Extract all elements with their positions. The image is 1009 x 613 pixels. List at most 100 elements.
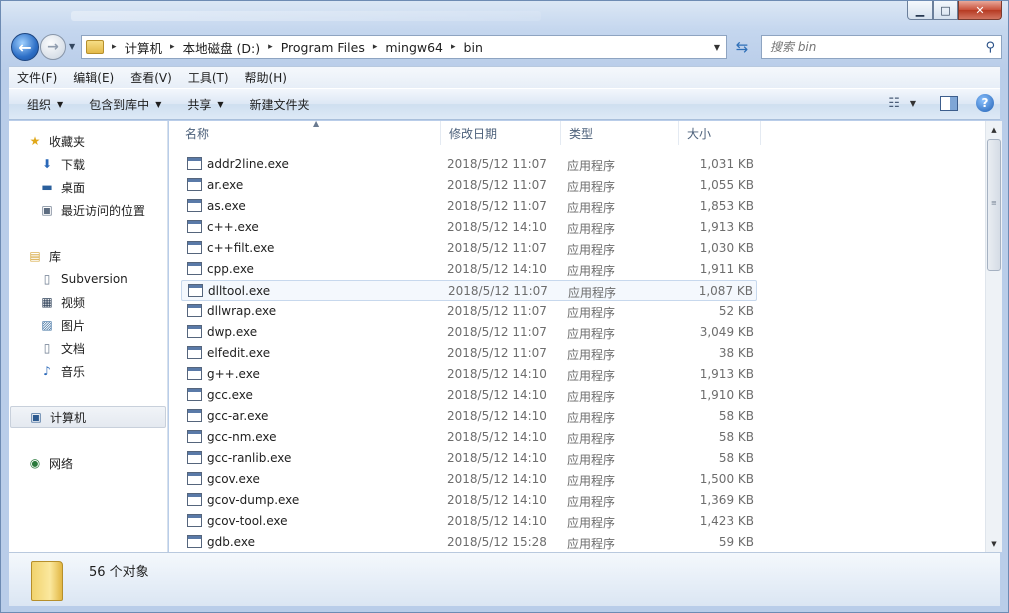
file-type: 应用程序: [567, 243, 616, 257]
back-button[interactable]: ←: [11, 33, 39, 61]
file-size: 52 KB: [718, 304, 754, 318]
breadcrumb: ▸ 计算机 ▸ 本地磁盘 (D:) ▸ Program Files ▸ mingw64 ▸ bin: [104, 38, 483, 57]
file-row[interactable]: cpp.exe 2018/5/12 14:10 应用程序 1,911 KB: [181, 259, 757, 280]
file-name: elfedit.exe: [207, 346, 271, 360]
column-header-date[interactable]: 修改日期: [441, 121, 561, 145]
picture-icon: ▨: [41, 318, 53, 332]
tree-item-favorites[interactable]: ★ 收藏夹: [27, 130, 184, 152]
breadcrumb-separator-icon[interactable]: ▸: [112, 42, 117, 52]
document-icon: ▯: [43, 341, 51, 355]
file-row[interactable]: gcov-dump.exe 2018/5/12 14:10 应用程序 1,369 KB: [181, 490, 757, 511]
file-row[interactable]: gdb.exe 2018/5/12 15:28 应用程序 59 KB: [181, 532, 757, 553]
refresh-button[interactable]: ⇆: [731, 36, 753, 58]
object-count: 56 个对象: [89, 565, 149, 580]
file-row[interactable]: c++.exe 2018/5/12 14:10 应用程序 1,913 KB: [181, 217, 757, 238]
tree-item-computer[interactable]: ▣ 计算机: [10, 406, 166, 428]
file-size: 1,853 KB: [699, 199, 754, 213]
tree-item-label: 视频: [61, 295, 86, 310]
file-row[interactable]: g++.exe 2018/5/12 14:10 应用程序 1,913 KB: [181, 364, 757, 385]
file-row[interactable]: ar.exe 2018/5/12 11:07 应用程序 1,055 KB: [181, 175, 757, 196]
vertical-scrollbar[interactable]: ▲ ≡ ▼: [985, 121, 1002, 552]
file-row[interactable]: gcov-tool.exe 2018/5/12 14:10 应用程序 1,423 KB: [181, 511, 757, 532]
breadcrumb-item[interactable]: 计算机: [125, 38, 163, 57]
scroll-up-arrow-icon[interactable]: ▲: [986, 121, 1002, 138]
file-type: 应用程序: [568, 286, 617, 300]
network-icon: ◉: [29, 456, 41, 470]
caption-buttons: ▁ □ ✕: [907, 1, 1002, 20]
file-row[interactable]: gcc.exe 2018/5/12 14:10 应用程序 1,910 KB: [181, 385, 757, 406]
breadcrumb-separator-icon[interactable]: ▸: [451, 42, 456, 52]
breadcrumb-item[interactable]: 本地磁盘 (D:): [183, 38, 261, 57]
share-button[interactable]: 共享 ▼: [177, 96, 233, 113]
application-icon: [187, 409, 202, 422]
desktop-icon: ▬: [41, 180, 53, 194]
maximize-button[interactable]: □: [933, 1, 958, 20]
file-row[interactable]: as.exe 2018/5/12 11:07 应用程序 1,853 KB: [181, 196, 757, 217]
application-icon: [187, 430, 202, 443]
search-input[interactable]: [770, 40, 970, 54]
breadcrumb-item[interactable]: bin: [464, 40, 483, 55]
file-type: 应用程序: [567, 222, 616, 236]
file-row[interactable]: elfedit.exe 2018/5/12 11:07 应用程序 38 KB: [181, 343, 757, 364]
recent-pages-dropdown[interactable]: ▼: [69, 42, 75, 51]
menu-help[interactable]: 帮助(H): [237, 69, 295, 86]
file-type: 应用程序: [567, 306, 616, 320]
menu-view[interactable]: 查看(V): [122, 69, 180, 86]
new-folder-button[interactable]: 新建文件夹: [240, 96, 320, 113]
organize-button[interactable]: 组织 ▼: [17, 96, 73, 113]
chevron-down-icon: ▼: [57, 99, 64, 109]
search-icon[interactable]: ⚲: [985, 40, 995, 55]
breadcrumb-separator-icon[interactable]: ▸: [170, 42, 175, 52]
file-row[interactable]: gcc-ranlib.exe 2018/5/12 14:10 应用程序 58 KB: [181, 448, 757, 469]
menu-tools[interactable]: 工具(T): [180, 69, 237, 86]
file-row[interactable]: dwp.exe 2018/5/12 11:07 应用程序 3,049 KB: [181, 322, 757, 343]
back-arrow-icon: ←: [18, 37, 32, 57]
column-header-type[interactable]: 类型: [561, 121, 679, 145]
file-date: 2018/5/12 14:10: [447, 220, 547, 234]
scrollbar-thumb[interactable]: ≡: [987, 139, 1001, 271]
file-row[interactable]: gcc-nm.exe 2018/5/12 14:10 应用程序 58 KB: [181, 427, 757, 448]
chevron-down-icon[interactable]: ▼: [910, 99, 916, 108]
scroll-down-arrow-icon[interactable]: ▼: [986, 535, 1002, 552]
file-name: gcc-ar.exe: [207, 409, 269, 423]
new-folder-label: 新建文件夹: [249, 97, 310, 112]
file-row[interactable]: gcov.exe 2018/5/12 14:10 应用程序 1,500 KB: [181, 469, 757, 490]
include-in-library-button[interactable]: 包含到库中 ▼: [79, 96, 171, 113]
file-row[interactable]: c++filt.exe 2018/5/12 11:07 应用程序 1,030 KB: [181, 238, 757, 259]
column-header-size[interactable]: 大小: [679, 121, 761, 145]
forward-button[interactable]: →: [40, 34, 66, 60]
file-row[interactable]: gcc-ar.exe 2018/5/12 14:10 应用程序 58 KB: [181, 406, 757, 427]
breadcrumb-separator-icon[interactable]: ▸: [373, 42, 378, 52]
breadcrumb-item[interactable]: Program Files: [281, 40, 365, 55]
search-box[interactable]: ⚲: [761, 35, 1002, 59]
navigation-row: ← → ▼ ▸ 计算机 ▸ 本地磁盘 (D:) ▸ Program Files ▸ mingw…: [9, 32, 1002, 62]
preview-pane-icon[interactable]: [940, 95, 958, 111]
menu-edit[interactable]: 编辑(E): [65, 69, 122, 86]
close-button[interactable]: ✕: [958, 1, 1002, 20]
column-header-name[interactable]: 名称 ▲: [177, 119, 441, 145]
file-type: 应用程序: [567, 390, 616, 404]
file-type: 应用程序: [567, 348, 616, 362]
column-header-label: 大小: [687, 126, 712, 141]
address-history-dropdown[interactable]: ▼: [708, 36, 726, 58]
file-row[interactable]: addr2line.exe 2018/5/12 11:07 应用程序 1,031 KB: [181, 154, 757, 175]
file-name: gcc-nm.exe: [207, 430, 277, 444]
file-type: 应用程序: [567, 537, 616, 551]
tree-item-libraries[interactable]: ▤ 库: [27, 245, 184, 267]
minimize-button[interactable]: ▁: [907, 1, 933, 20]
breadcrumb-separator-icon[interactable]: ▸: [268, 42, 273, 52]
tree-item-network[interactable]: ◉ 网络: [27, 452, 184, 474]
view-options-icon[interactable]: ☷: [888, 96, 900, 111]
address-bar[interactable]: ▸ 计算机 ▸ 本地磁盘 (D:) ▸ Program Files ▸ mingw64 ▸ bin…: [81, 35, 727, 59]
file-row[interactable]: dlltool.exe 2018/5/12 11:07 应用程序 1,087 KB: [181, 280, 757, 301]
file-row[interactable]: dllwrap.exe 2018/5/12 11:07 应用程序 52 KB: [181, 301, 757, 322]
file-size: 58 KB: [718, 409, 754, 423]
tree-item-label: 计算机: [50, 410, 87, 425]
file-date: 2018/5/12 14:10: [447, 451, 547, 465]
breadcrumb-item[interactable]: mingw64: [385, 40, 443, 55]
help-icon[interactable]: ?: [976, 94, 994, 112]
tree-item-label: 最近访问的位置: [61, 203, 146, 218]
menu-file[interactable]: 文件(F): [9, 69, 65, 86]
folder-icon: [86, 40, 104, 54]
chevron-down-icon: ▼: [217, 99, 224, 109]
